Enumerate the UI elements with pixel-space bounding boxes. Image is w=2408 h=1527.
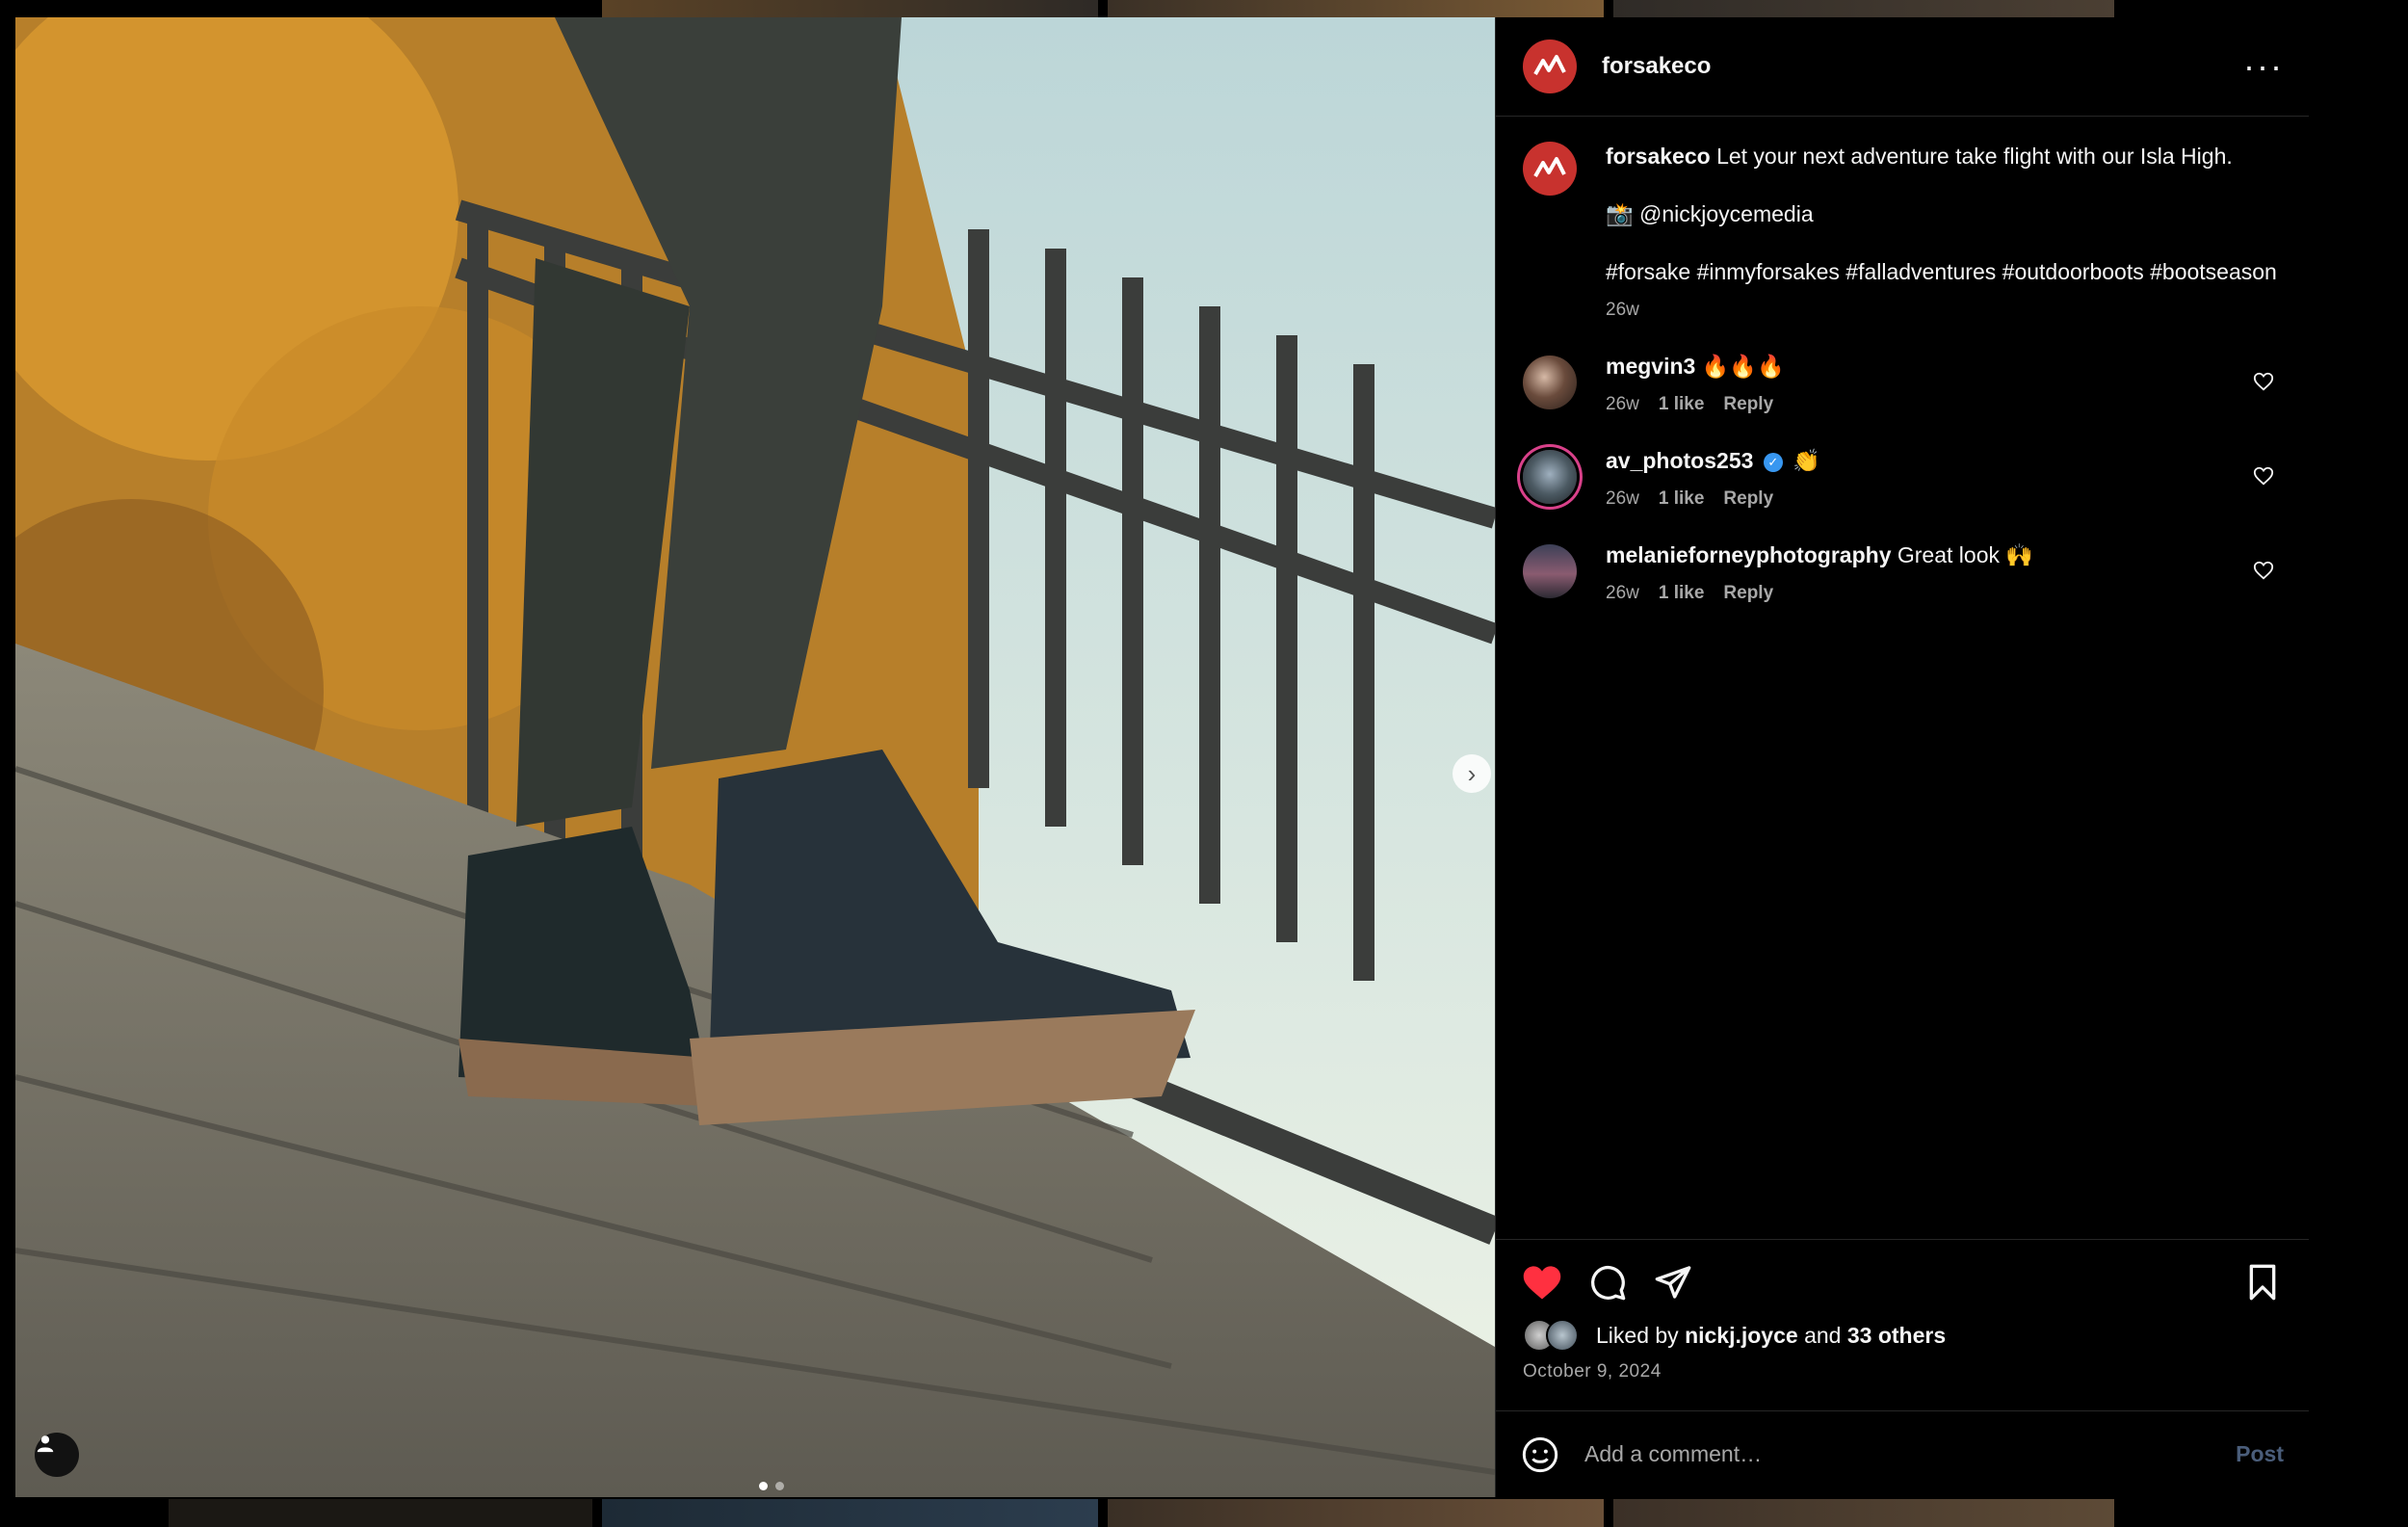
liked-by-label: Liked by [1596, 1322, 1679, 1348]
comment-text: 🔥🔥🔥 [1701, 354, 1785, 379]
carousel-dot-active [759, 1482, 768, 1490]
background-grid-tile [1613, 1499, 2114, 1527]
more-horizontal-icon[interactable]: ··· [2243, 46, 2282, 87]
comment-age: 26w [1606, 394, 1639, 414]
post-date: October 9, 2024 [1523, 1361, 1662, 1382]
comment-input[interactable] [1583, 1440, 2237, 1468]
avatar[interactable] [1523, 544, 1577, 598]
comment-item: megvin3 🔥🔥🔥 26w 1 like Reply [1517, 352, 2288, 419]
caption-username[interactable]: forsakeco [1606, 144, 1711, 169]
comment-username[interactable]: megvin3 [1606, 354, 1695, 379]
comment-likes[interactable]: 1 like [1659, 485, 1705, 513]
post-actions: Liked by nickj.joyce and 33 others Octob… [1496, 1239, 2309, 1382]
add-comment-bar: Post [1496, 1410, 2309, 1497]
share-button[interactable] [1652, 1261, 1694, 1303]
post-caption: forsakeco Let your next adventure take f… [1517, 142, 2288, 325]
caption-credit: 📸 @nickjoycemedia [1606, 201, 1814, 226]
carousel-next-button[interactable]: › [1453, 754, 1491, 793]
bookmark-icon [2249, 1264, 2276, 1301]
background-grid-tile [1613, 0, 2114, 17]
chevron-right-icon: › [1467, 759, 1477, 788]
comment-item: av_photos253 ✓ 👏 26w 1 like Reply [1517, 446, 2288, 513]
heart-icon[interactable] [2253, 560, 2274, 581]
comment-likes[interactable]: 1 like [1659, 390, 1705, 419]
emoji-icon[interactable] [1521, 1435, 1559, 1474]
background-grid-tile [1108, 1499, 1604, 1527]
post-image[interactable]: › [15, 17, 1495, 1497]
post-photo-illustration [15, 17, 1495, 1497]
profile-avatar[interactable] [1523, 39, 1577, 93]
brand-logo-icon [1533, 55, 1566, 75]
caption-age: 26w [1606, 300, 1639, 320]
liked-by-user[interactable]: nickj.joyce [1685, 1323, 1798, 1348]
tagged-users-button[interactable] [35, 1433, 79, 1477]
carousel-dot [775, 1482, 784, 1490]
comment-item: melanieforneyphotography Great look 🙌 26… [1517, 540, 2288, 608]
comment-likes[interactable]: 1 like [1659, 579, 1705, 608]
like-button[interactable] [1521, 1261, 1563, 1303]
background-grid-tile [1108, 0, 1604, 17]
comment-button[interactable] [1586, 1261, 1629, 1303]
share-icon [1655, 1266, 1691, 1299]
comment-text: 👏 [1793, 448, 1820, 473]
background-grid-tile [169, 1499, 592, 1527]
comment-username[interactable]: melanieforneyphotography [1606, 542, 1891, 567]
avatar [1546, 1319, 1579, 1352]
header-username[interactable]: forsakeco [1602, 53, 2243, 80]
verified-badge-icon: ✓ [1763, 453, 1783, 472]
comment-age: 26w [1606, 583, 1639, 603]
heart-icon-filled [1523, 1266, 1561, 1300]
comment-age: 26w [1606, 488, 1639, 509]
comment-text: Great look 🙌 [1897, 542, 2034, 567]
post-header: forsakeco ··· [1496, 17, 2309, 117]
caption-hashtags[interactable]: #forsake #inmyforsakes #falladventures #… [1606, 257, 2288, 286]
reply-button[interactable]: Reply [1723, 579, 1773, 608]
background-grid-tile [602, 1499, 1098, 1527]
user-icon [37, 1435, 54, 1453]
likes-summary: Liked by nickj.joyce and 33 others [1496, 1319, 2309, 1352]
save-button[interactable] [2241, 1261, 2284, 1303]
reply-button[interactable]: Reply [1723, 390, 1773, 419]
brand-logo-icon [1533, 157, 1566, 177]
caption-avatar[interactable] [1523, 142, 1577, 196]
comments-list: forsakeco Let your next adventure take f… [1496, 117, 2309, 608]
comment-icon [1590, 1265, 1626, 1301]
liked-by-joiner: and [1804, 1322, 1842, 1348]
post-comment-button[interactable]: Post [2236, 1441, 2284, 1467]
avatar[interactable] [1523, 355, 1577, 409]
caption-text: Let your next adventure take flight with… [1716, 144, 2233, 169]
reply-button[interactable]: Reply [1723, 485, 1773, 513]
post-side-panel: forsakeco ··· forsakeco Let your next ad… [1495, 17, 2309, 1497]
avatar[interactable] [1523, 450, 1577, 504]
background-grid-tile [602, 0, 1098, 17]
carousel-indicator [759, 1482, 784, 1490]
heart-icon[interactable] [2253, 465, 2274, 487]
liked-by-others[interactable]: 33 others [1847, 1323, 1946, 1348]
heart-icon[interactable] [2253, 371, 2274, 392]
comment-username[interactable]: av_photos253 [1606, 448, 1753, 473]
